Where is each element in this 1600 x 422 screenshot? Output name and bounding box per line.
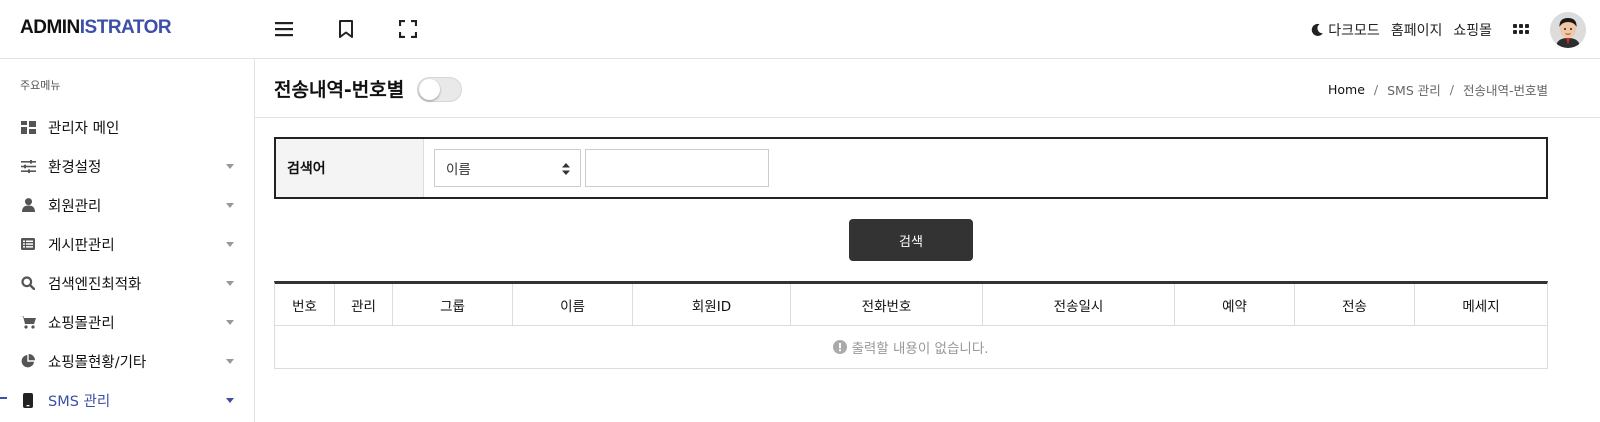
sidebar-item-admin-main[interactable]: 관리자 메인 xyxy=(0,109,254,145)
search-icon xyxy=(20,275,36,291)
active-item-marker xyxy=(0,397,7,399)
search-input[interactable] xyxy=(585,149,769,187)
chevron-down-icon xyxy=(226,397,234,403)
column-header: 관리 xyxy=(335,284,393,326)
sidebar-item-members[interactable]: 회원관리 xyxy=(0,187,254,223)
cart-icon xyxy=(20,314,36,330)
bookmark-icon[interactable] xyxy=(334,17,358,41)
sidebar-item-label: 게시판관리 xyxy=(48,237,115,254)
sidebar-item-label: 환경설정 xyxy=(48,159,102,176)
logo-part-admin: ADMIN xyxy=(20,17,80,38)
sidebar-caption: 주요메뉴 xyxy=(20,79,61,92)
dark-mode-label: 다크모드 xyxy=(1328,22,1380,39)
sidebar-item-label: 회원관리 xyxy=(48,198,102,215)
shop-link[interactable]: 쇼핑몰 xyxy=(1453,20,1492,40)
logo-part-istrator: ISTRATOR xyxy=(79,17,172,38)
sidebar-item-label: 관리자 메인 xyxy=(48,120,120,137)
breadcrumb-separator: / xyxy=(1449,82,1454,97)
chevron-down-icon xyxy=(226,280,234,286)
sidebar-item-boards[interactable]: 게시판관리 xyxy=(0,226,254,262)
logo[interactable]: ADMINISTRATOR xyxy=(20,17,172,39)
exclamation-circle-icon xyxy=(833,340,848,354)
chevron-down-icon xyxy=(226,202,234,208)
main-content: 전송내역-번호별 Home / SMS 관리 / 전송내역-번호별 검색어 이름… xyxy=(255,59,1600,422)
column-header: 번호 xyxy=(275,284,335,326)
chevron-down-icon xyxy=(226,319,234,325)
sidebar-item-label: SMS 관리 xyxy=(48,393,111,410)
chevron-down-icon xyxy=(226,241,234,247)
column-header: 이름 xyxy=(513,284,633,326)
column-header: 메세지 xyxy=(1462,299,1500,315)
column-header: 그룹 xyxy=(393,284,513,326)
search-field-select[interactable]: 이름 xyxy=(434,149,581,187)
page-title: 전송내역-번호별 xyxy=(274,79,405,101)
homepage-link[interactable]: 홈페이지 xyxy=(1391,20,1443,40)
sliders-icon xyxy=(20,158,36,174)
search-field-select-value: 이름 xyxy=(446,162,471,178)
results-table: 번호 관리 그룹 이름 회원ID 전화번호 전송일시 예약 전송 메세지 출력할… xyxy=(274,281,1548,369)
search-form: 검색어 이름 xyxy=(274,137,1548,199)
empty-table-row: 출력할 내용이 없습니다. xyxy=(275,326,1547,368)
avatar[interactable] xyxy=(1550,11,1586,48)
sidebar-item-shop-stats[interactable]: 쇼핑몰현황/기타 xyxy=(0,343,254,379)
toggle-knob xyxy=(419,79,440,100)
column-header: 예약 xyxy=(1175,284,1295,326)
pie-chart-icon xyxy=(20,353,36,369)
select-arrows-icon xyxy=(562,163,570,175)
column-header: 회원ID xyxy=(633,284,791,326)
column-header: 전송일시 xyxy=(983,284,1175,326)
page-toggle-switch[interactable] xyxy=(417,77,462,102)
sidebar-item-label: 쇼핑몰관리 xyxy=(48,315,115,332)
column-header: 전화번호 xyxy=(791,284,983,326)
sidebar-item-label: 쇼핑몰현황/기타 xyxy=(48,354,147,371)
sidebar-item-label: 검색엔진최적화 xyxy=(48,276,142,293)
sidebar-item-seo[interactable]: 검색엔진최적화 xyxy=(0,265,254,301)
chevron-down-icon xyxy=(226,358,234,364)
breadcrumb: Home / SMS 관리 / 전송내역-번호별 xyxy=(1328,80,1548,99)
user-icon xyxy=(20,197,36,213)
breadcrumb-current: 전송내역-번호별 xyxy=(1462,83,1548,98)
search-button[interactable]: 검색 xyxy=(849,219,973,261)
dark-mode-toggle[interactable]: 다크모드 xyxy=(1310,20,1380,40)
top-bar: ADMINISTRATOR 다크모드 홈페이지 쇼핑몰 xyxy=(0,0,1600,59)
sidebar-item-sms[interactable]: SMS 관리 xyxy=(0,382,254,418)
mobile-icon xyxy=(20,392,36,408)
search-label: 검색어 xyxy=(276,139,424,197)
breadcrumb-sms[interactable]: SMS 관리 xyxy=(1387,80,1441,99)
dashboard-icon xyxy=(20,119,36,135)
empty-message: 출력할 내용이 없습니다. xyxy=(851,341,989,357)
sidebar-item-shop-management[interactable]: 쇼핑몰관리 xyxy=(0,304,254,340)
sidebar: 주요메뉴 관리자 메인 환경설정 회원관리 게시판관리 검색엔진최적화 쇼핑몰관… xyxy=(0,59,255,422)
list-icon xyxy=(20,236,36,252)
table-header: 번호 관리 그룹 이름 회원ID 전화번호 전송일시 예약 전송 메세지 xyxy=(275,284,1547,326)
fullscreen-icon[interactable] xyxy=(396,17,420,41)
breadcrumb-home[interactable]: Home xyxy=(1328,82,1365,97)
sidebar-item-settings[interactable]: 환경설정 xyxy=(0,148,254,184)
column-header: 전송 xyxy=(1295,284,1415,326)
moon-icon xyxy=(1312,23,1324,36)
menu-toggle-icon[interactable] xyxy=(272,17,296,41)
chevron-down-icon xyxy=(226,163,234,169)
apps-grid-icon[interactable] xyxy=(1512,21,1530,39)
page-header: 전송내역-번호별 Home / SMS 관리 / 전송내역-번호별 xyxy=(255,59,1600,118)
breadcrumb-separator: / xyxy=(1373,82,1379,97)
